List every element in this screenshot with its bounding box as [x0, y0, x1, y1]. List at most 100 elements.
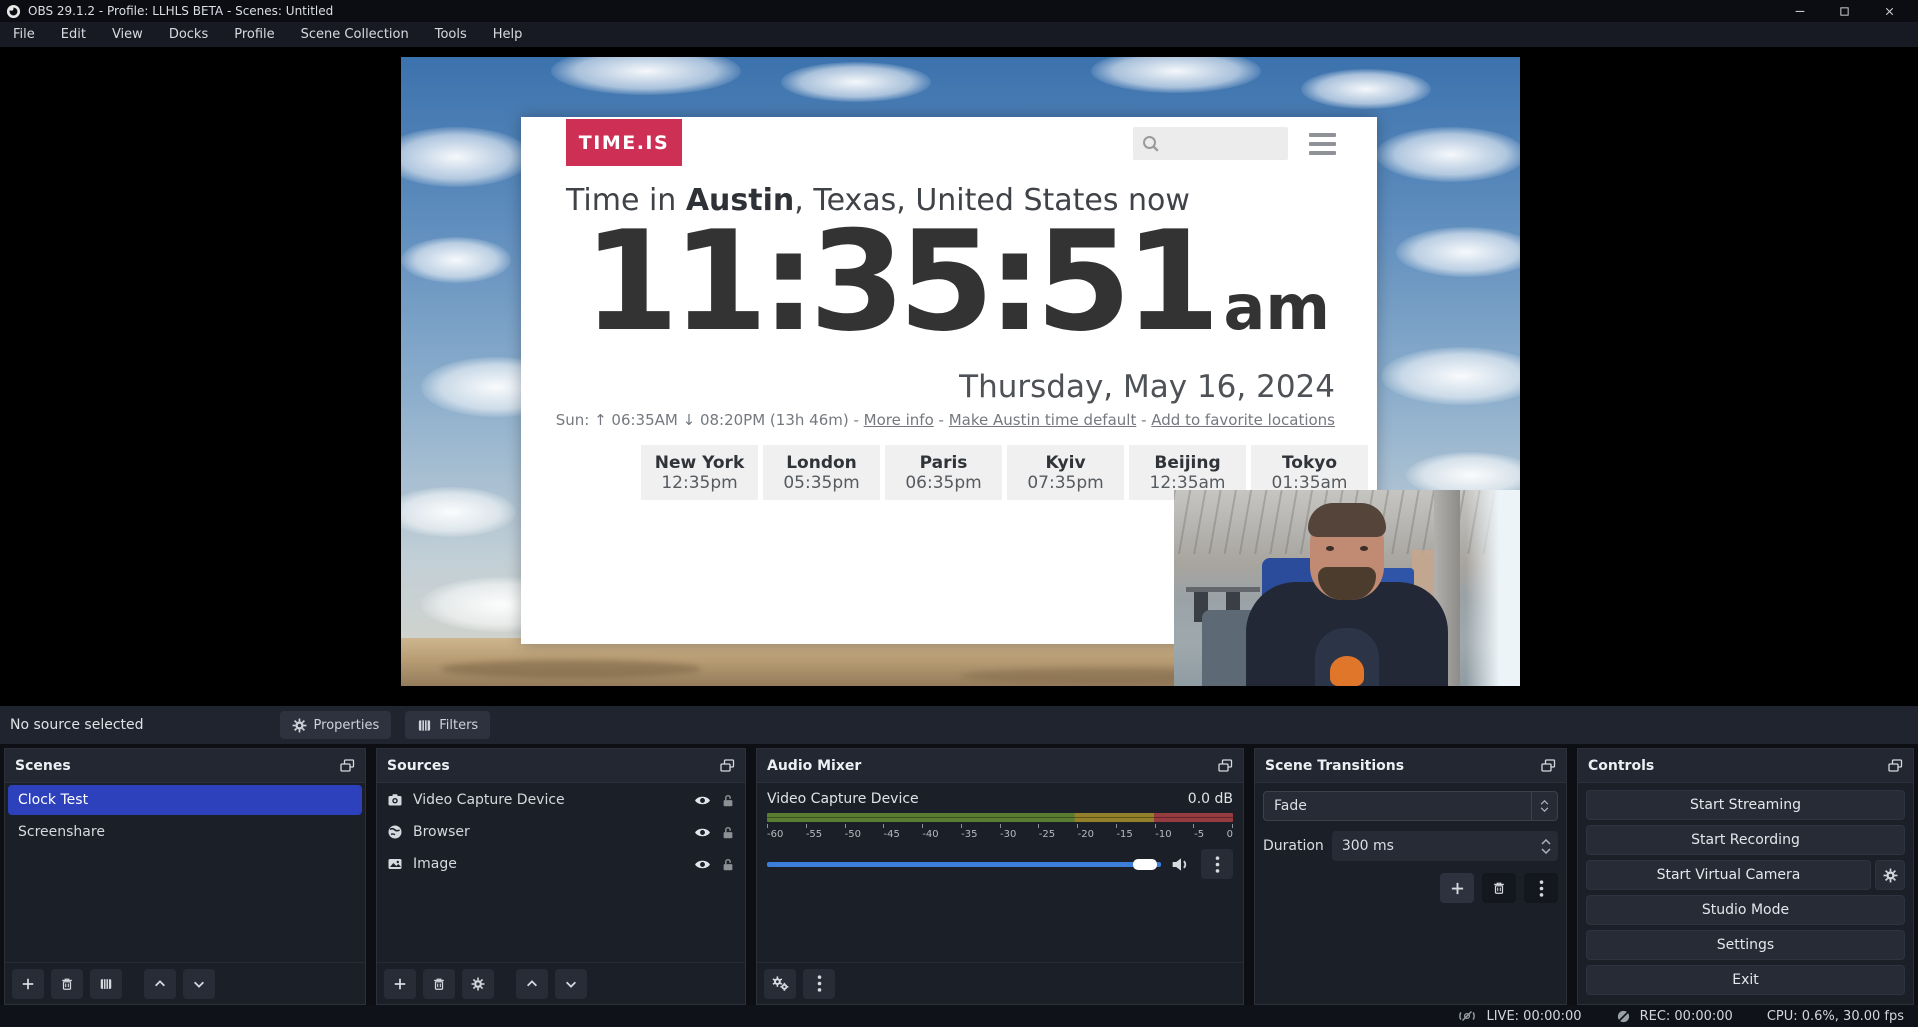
maximize-button[interactable]: [1822, 0, 1867, 22]
meter-tick-labels: -60-55-50-45-40-35-30-25-20-15-10-50: [767, 829, 1233, 840]
duration-spin-arrows[interactable]: [1534, 839, 1558, 854]
exit-button[interactable]: Exit: [1586, 965, 1905, 995]
add-source-button[interactable]: [384, 969, 416, 999]
webcam-overlay: [1174, 490, 1520, 686]
menu-view[interactable]: View: [99, 22, 156, 47]
menubar: File Edit View Docks Profile Scene Colle…: [0, 22, 1918, 47]
lock-icon[interactable]: [721, 793, 735, 808]
camera-icon: [387, 792, 403, 808]
popout-icon[interactable]: [1888, 759, 1903, 773]
cloud: [401, 237, 511, 283]
start-virtual-camera-button[interactable]: Start Virtual Camera: [1586, 860, 1871, 890]
controls-panel: Controls Start Streaming Start Recording…: [1577, 748, 1914, 1005]
add-transition-button[interactable]: [1440, 873, 1474, 903]
time-digits: 11:35:51: [583, 201, 1214, 362]
menu-tools[interactable]: Tools: [422, 22, 480, 47]
scene-transitions-panel: Scene Transitions Fade Duration 300 ms: [1254, 748, 1567, 1005]
controls-body: Start Streaming Start Recording Start Vi…: [1578, 783, 1913, 1004]
source-properties-button[interactable]: [462, 969, 494, 999]
sources-panel-header: Sources: [377, 749, 745, 783]
menu-scene-collection[interactable]: Scene Collection: [288, 22, 422, 47]
meter-ruler: [767, 824, 1233, 828]
mixer-source-label: Video Capture Device: [767, 791, 919, 807]
menu-help[interactable]: Help: [480, 22, 536, 47]
popout-icon[interactable]: [720, 759, 735, 773]
advanced-audio-gears-button[interactable]: [764, 969, 796, 999]
source-row-image[interactable]: Image: [377, 849, 745, 879]
volume-slider-handle[interactable]: [1133, 859, 1157, 870]
properties-button[interactable]: Properties: [280, 711, 392, 739]
cloud: [551, 57, 741, 95]
speaker-icon[interactable]: [1171, 856, 1191, 873]
scene-item-screenshare[interactable]: Screenshare: [8, 817, 362, 847]
volume-slider[interactable]: [767, 862, 1161, 867]
duration-label: Duration: [1263, 838, 1324, 854]
menu-docks[interactable]: Docks: [156, 22, 221, 47]
cloud: [1381, 347, 1520, 405]
source-row-browser[interactable]: Browser: [377, 817, 745, 847]
minimize-button[interactable]: [1777, 0, 1822, 22]
visibility-eye-icon[interactable]: [694, 826, 711, 839]
audio-mixer-title: Audio Mixer: [767, 758, 861, 774]
source-status-text: No source selected: [10, 717, 144, 733]
filters-button[interactable]: Filters: [405, 711, 490, 739]
move-source-down-button[interactable]: [555, 969, 587, 999]
move-scene-up-button[interactable]: [144, 969, 176, 999]
transition-select[interactable]: Fade: [1263, 791, 1558, 821]
audio-mixer-header: Audio Mixer: [757, 749, 1243, 783]
visibility-eye-icon[interactable]: [694, 858, 711, 871]
controls-header: Controls: [1578, 749, 1913, 783]
obs-logo-icon: [6, 4, 21, 19]
selected-source-toolbar: No source selected Properties Filters: [0, 706, 1918, 744]
time-meridiem: am: [1224, 271, 1330, 344]
cloud: [781, 62, 931, 102]
program-video: TIME.IS Time in Austin, Texas, United St…: [401, 57, 1520, 686]
titlebar: OBS 29.1.2 - Profile: LLHLS BETA - Scene…: [0, 0, 1918, 22]
start-streaming-button[interactable]: Start Streaming: [1586, 790, 1905, 820]
remove-scene-button[interactable]: [51, 969, 83, 999]
studio-mode-button[interactable]: Studio Mode: [1586, 895, 1905, 925]
source-row-video-capture[interactable]: Video Capture Device: [377, 785, 745, 815]
move-source-up-button[interactable]: [516, 969, 548, 999]
scenes-panel-header: Scenes: [5, 749, 365, 783]
popout-icon[interactable]: [1541, 759, 1556, 773]
window-controls: [1777, 0, 1912, 22]
filters-icon: [417, 718, 432, 733]
remove-source-button[interactable]: [423, 969, 455, 999]
add-favorite-link: Add to favorite locations: [1151, 411, 1335, 429]
close-button[interactable]: [1867, 0, 1912, 22]
menu-edit[interactable]: Edit: [48, 22, 99, 47]
statusbar: LIVE: 00:00:00 REC: 00:00:00 CPU: 0.6%, …: [0, 1005, 1918, 1027]
transitions-body: Fade Duration 300 ms: [1255, 783, 1566, 1004]
scenes-list: Clock Test Screenshare: [5, 783, 365, 962]
move-scene-down-button[interactable]: [183, 969, 215, 999]
globe-icon: [387, 824, 403, 840]
virtual-camera-config-button[interactable]: [1875, 860, 1905, 890]
mixer-toolbar-kebab-button[interactable]: [803, 969, 835, 999]
city-card: New York12:35pm: [641, 445, 758, 500]
duration-spinbox[interactable]: 300 ms: [1332, 831, 1558, 861]
scenes-panel: Scenes Clock Test Screenshare: [4, 748, 366, 1005]
scene-item-clock-test[interactable]: Clock Test: [8, 785, 362, 815]
popout-icon[interactable]: [340, 759, 355, 773]
duration-value: 300 ms: [1332, 838, 1534, 854]
remove-transition-button[interactable]: [1482, 873, 1516, 903]
select-chevrons: [1531, 792, 1557, 820]
menu-file[interactable]: File: [0, 22, 48, 47]
preview-area[interactable]: TIME.IS Time in Austin, Texas, United St…: [0, 47, 1918, 706]
scene-filters-button[interactable]: [90, 969, 122, 999]
lock-icon[interactable]: [721, 857, 735, 872]
cloud: [1396, 227, 1520, 277]
add-scene-button[interactable]: [12, 969, 44, 999]
visibility-eye-icon[interactable]: [694, 794, 711, 807]
start-recording-button[interactable]: Start Recording: [1586, 825, 1905, 855]
popout-icon[interactable]: [1218, 759, 1233, 773]
settings-button[interactable]: Settings: [1586, 930, 1905, 960]
cpu-fps-stats: CPU: 0.6%, 30.00 fps: [1767, 1009, 1904, 1024]
audio-mixer-panel: Audio Mixer Video Capture Device 0.0 dB …: [756, 748, 1244, 1005]
transition-kebab-button[interactable]: [1524, 873, 1558, 903]
mixer-kebab-menu-button[interactable]: [1201, 849, 1233, 879]
lock-icon[interactable]: [721, 825, 735, 840]
menu-profile[interactable]: Profile: [221, 22, 287, 47]
window-title: OBS 29.1.2 - Profile: LLHLS BETA - Scene…: [28, 4, 333, 18]
